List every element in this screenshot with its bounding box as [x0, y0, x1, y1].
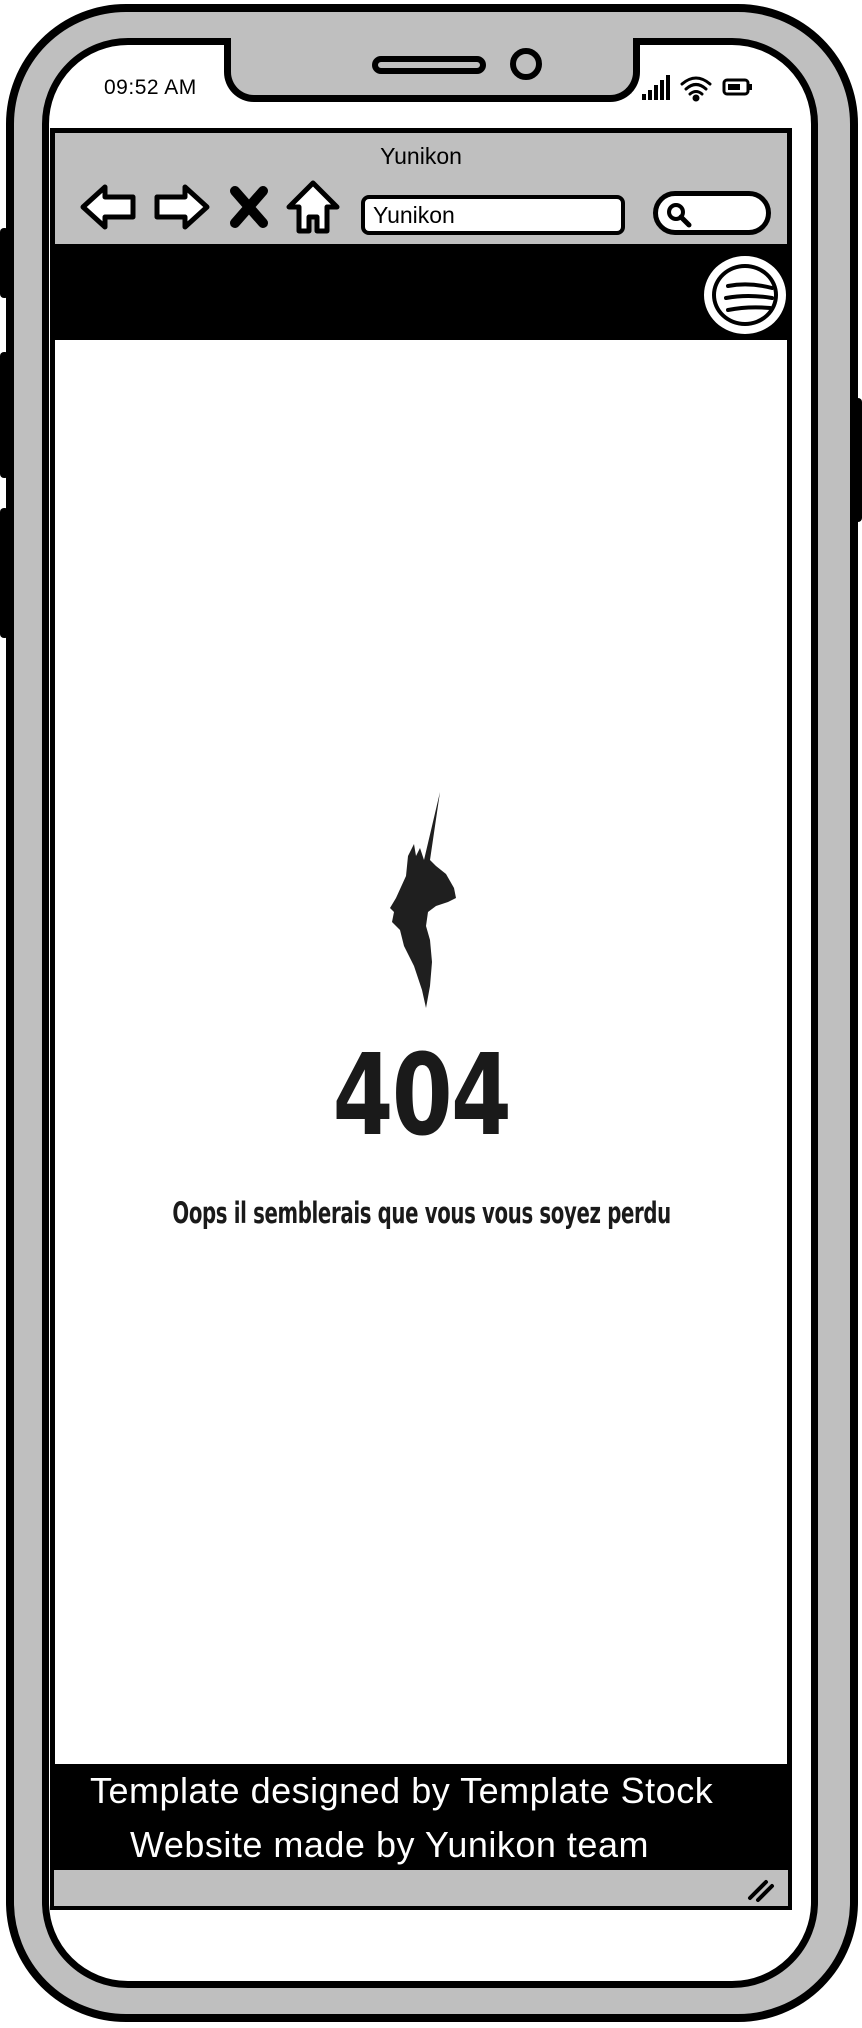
wifi-icon — [680, 76, 712, 102]
close-icon[interactable] — [219, 177, 279, 237]
speaker-grill — [372, 56, 486, 74]
error-message: Oops il semblerais que vous vous soyez p… — [172, 1196, 671, 1230]
browser-status-bar — [50, 1870, 792, 1910]
browser-chrome: Yunikon Yunikon — [50, 128, 792, 248]
site-header — [50, 248, 792, 340]
forward-arrow-icon[interactable] — [151, 177, 211, 237]
unicorn-logo-icon — [390, 792, 456, 1008]
error-code: 404 — [332, 1031, 512, 1161]
resize-grip-icon[interactable] — [744, 1876, 776, 1902]
site-footer: Template designed by Template Stock Webs… — [50, 1764, 792, 1870]
browser-search-field[interactable] — [653, 191, 771, 235]
battery-icon — [722, 78, 752, 96]
search-icon — [667, 203, 692, 228]
home-icon[interactable] — [283, 177, 343, 237]
status-time: 09:52 AM — [104, 76, 197, 99]
hamburger-menu-button[interactable] — [704, 256, 786, 334]
phone-mockup: 09:52 AM Yunikon Yunikon 404 Oops il sem… — [0, 0, 862, 2028]
status-icons — [640, 70, 760, 104]
address-bar[interactable]: Yunikon — [361, 195, 625, 235]
signal-icon — [642, 75, 670, 100]
browser-title: Yunikon — [380, 143, 462, 169]
footer-template-credit: Template designed by Template Stock — [90, 1770, 714, 1811]
footer-website-credit: Website made by Yunikon team — [130, 1824, 649, 1865]
back-arrow-icon[interactable] — [79, 177, 139, 237]
front-camera — [510, 48, 542, 80]
hamburger-menu-icon — [724, 282, 774, 312]
